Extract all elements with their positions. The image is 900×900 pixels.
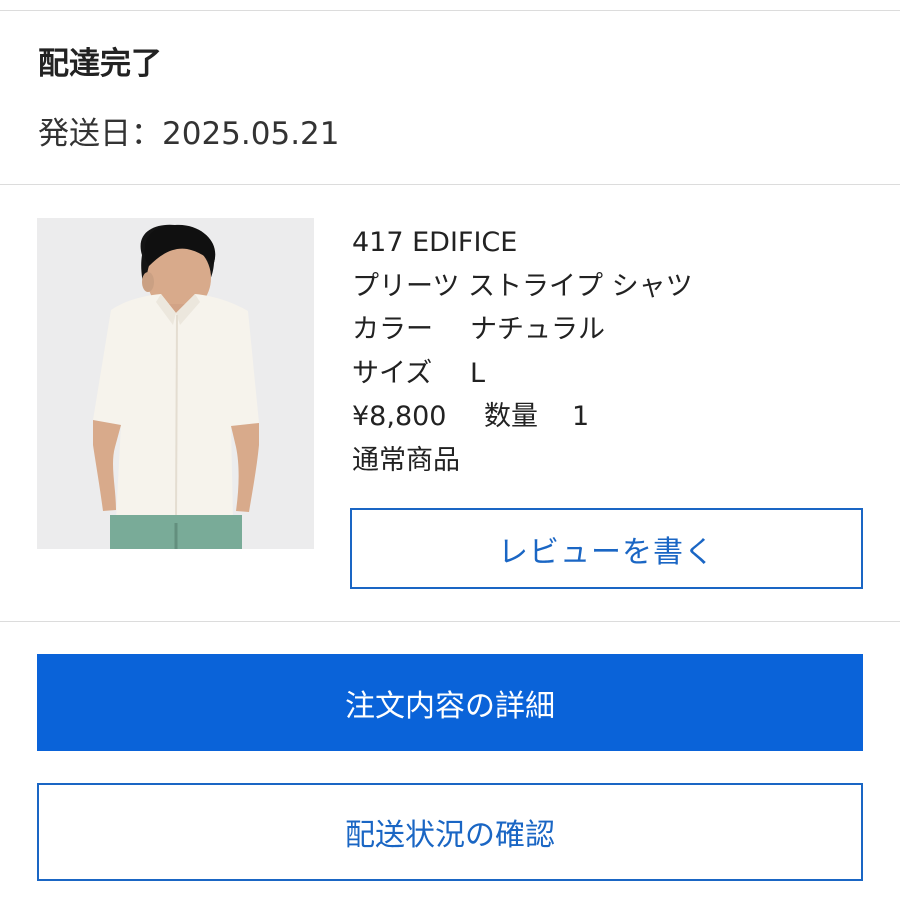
top-divider [0,10,900,11]
product-photo-shirt [37,218,314,549]
size-label: サイズ [352,357,433,389]
color-value: ナチュラル [470,314,605,345]
product-size: サイズ L [352,352,872,396]
shipping-status-button[interactable]: 配送状況の確認 [37,783,863,881]
product-image[interactable] [37,218,314,549]
product-type: 通常商品 [352,444,460,476]
quantity-label: 数量 [484,401,538,432]
product-divider [0,621,900,622]
product-price-quantity: ¥8,800 数量 1 [352,395,872,439]
product-name: プリーツ ストライプ シャツ [352,270,693,302]
color-label: カラー [352,314,433,345]
ship-date-label: 発送日： [38,116,162,152]
delivery-status: 配達完了 [38,46,162,82]
ship-date: 発送日：2025.05.21 [38,113,340,155]
product-brand: 417 EDIFICE [352,227,518,258]
quantity-value: 1 [572,401,590,432]
ship-date-value: 2025.05.21 [162,116,340,152]
product-price: ¥8,800 [352,401,447,432]
product-info: 417 EDIFICE プリーツ ストライプ シャツ カラー ナチュラル サイズ L… [352,221,872,482]
order-details-button[interactable]: 注文内容の詳細 [37,654,863,751]
write-review-button[interactable]: レビューを書く [350,508,863,589]
product-color: カラー ナチュラル [352,308,872,352]
section-divider [0,184,900,185]
size-value: L [470,357,486,389]
